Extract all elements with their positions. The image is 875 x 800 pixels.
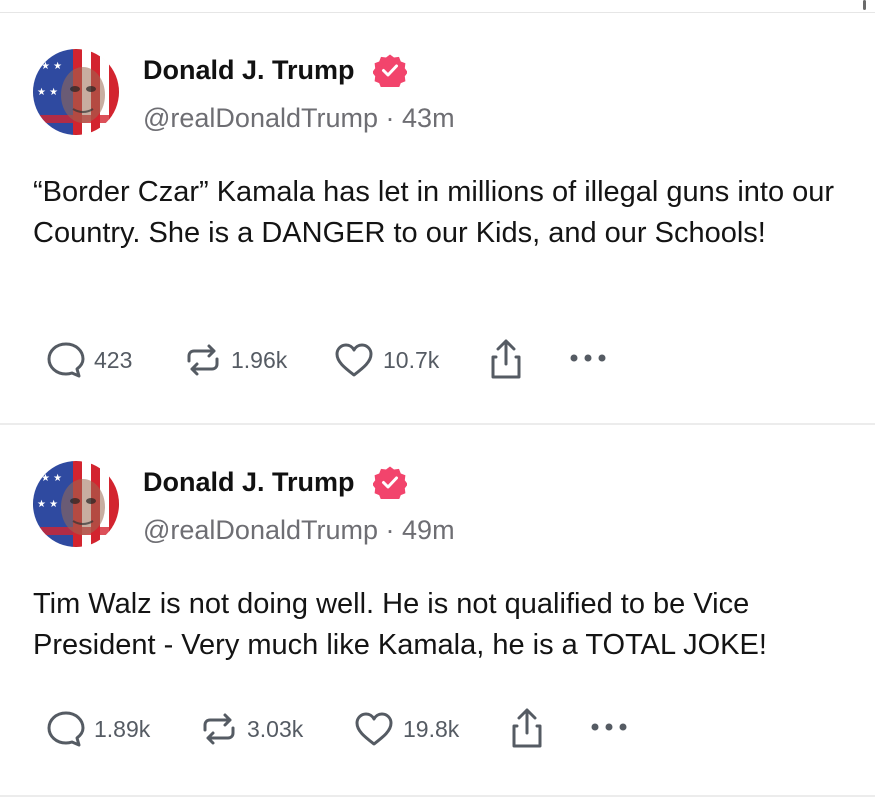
handle-line: @realDonaldTrump · 43m (143, 101, 455, 135)
post-time[interactable]: 43m (402, 103, 455, 133)
svg-text:★ ★: ★ ★ (37, 499, 58, 510)
reply-button[interactable]: 1.89k (46, 710, 150, 748)
reply-count: 1.89k (94, 715, 151, 742)
more-button[interactable] (589, 717, 629, 737)
handle-line: @realDonaldTrump · 49m (143, 513, 455, 547)
post-card[interactable]: ★ ★ ★ ★ Donald J. Trump @realDonaldTrump… (0, 13, 875, 424)
svg-text:★ ★: ★ ★ (41, 61, 62, 72)
post-card[interactable]: ★ ★ ★ ★ Donald J. Trump @realDonaldTrump… (0, 425, 875, 795)
speech-bubble-icon (46, 341, 86, 379)
retruth-button[interactable]: 1.96k (183, 341, 287, 379)
share-upload-icon (509, 706, 545, 750)
reply-button[interactable]: 423 (46, 341, 132, 379)
more-button[interactable] (568, 348, 608, 368)
share-upload-icon (488, 337, 524, 381)
heart-icon (353, 710, 395, 748)
author-name[interactable]: Donald J. Trump (143, 53, 355, 87)
repost-arrows-icon (183, 341, 223, 379)
author-handle[interactable]: @realDonaldTrump (143, 515, 378, 545)
avatar[interactable]: ★ ★ ★ ★ (33, 49, 119, 135)
svg-text:★ ★: ★ ★ (37, 87, 58, 98)
verified-badge-icon (372, 53, 408, 91)
share-button[interactable] (509, 706, 545, 750)
verified-badge-icon (372, 465, 408, 503)
like-count: 10.7k (383, 346, 440, 373)
like-button[interactable]: 19.8k (353, 710, 459, 748)
meta-separator: · (385, 103, 395, 133)
reply-count: 423 (94, 346, 133, 373)
more-dots-icon (589, 717, 629, 737)
like-count: 19.8k (403, 715, 460, 742)
repost-arrows-icon (199, 710, 239, 748)
share-button[interactable] (488, 337, 524, 381)
post-feed: ★ ★ ★ ★ Donald J. Trump @realDonaldTrump… (0, 0, 875, 800)
like-button[interactable]: 10.7k (333, 341, 439, 379)
heart-icon (333, 341, 375, 379)
meta-separator: · (385, 515, 395, 545)
retruth-button[interactable]: 3.03k (199, 710, 303, 748)
retruth-count: 1.96k (231, 346, 288, 373)
author-handle[interactable]: @realDonaldTrump (143, 103, 378, 133)
divider (0, 795, 875, 797)
post-text: “Border Czar” Kamala has let in millions… (33, 176, 835, 249)
speech-bubble-icon (46, 710, 86, 748)
avatar[interactable]: ★ ★ ★ ★ (33, 461, 119, 547)
author-name[interactable]: Donald J. Trump (143, 465, 355, 499)
svg-text:★ ★: ★ ★ (41, 473, 62, 484)
post-time[interactable]: 49m (402, 515, 455, 545)
retruth-count: 3.03k (247, 715, 304, 742)
more-dots-icon (568, 348, 608, 368)
scrollbar[interactable] (863, 0, 866, 10)
post-text: Tim Walz is not doing well. He is not qu… (33, 588, 767, 661)
